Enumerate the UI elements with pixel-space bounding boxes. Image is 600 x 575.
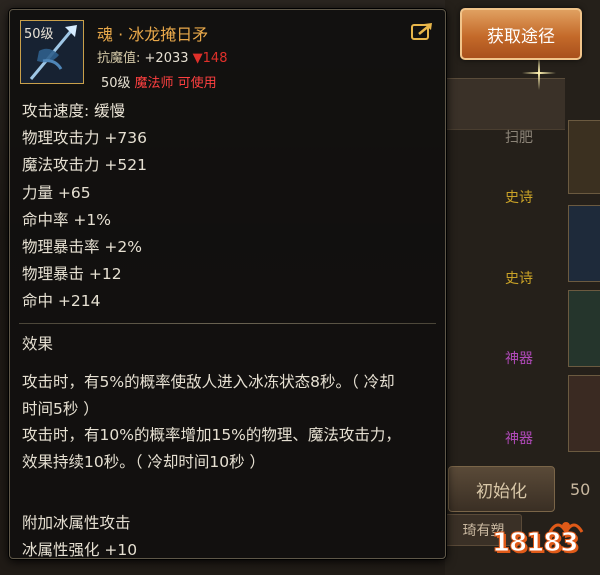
tag-artifact: 神器 xyxy=(505,431,533,447)
stat-line: 物理暴击 +12 xyxy=(22,265,122,284)
stats-list: 攻击速度: 缓慢 物理攻击力 +736 魔法攻击力 +521 力量 +65 命中… xyxy=(22,98,147,316)
item-thumbnail[interactable] xyxy=(568,205,600,282)
effect-line: 时间5秒 ） xyxy=(22,399,99,418)
extra-line: 附加冰属性攻击 xyxy=(22,514,131,532)
resist-value: +2033 xyxy=(144,51,189,66)
stat-line: 攻击速度: 缓慢 xyxy=(22,102,126,120)
extra-attributes: 附加冰属性攻击 冰属性强化 +10 xyxy=(22,510,137,563)
tag-epic: 史诗 xyxy=(505,190,533,206)
item-tooltip: 50级 魂 · 冰龙掩日矛 抗魔值: +2033 ▼148 50级 魔法师 可使用… xyxy=(9,9,446,559)
required-level: 50级 xyxy=(101,76,131,91)
side-number: 50 xyxy=(570,480,591,499)
class-restriction: 魔法师 可使用 xyxy=(134,76,217,91)
tag-epic: 史诗 xyxy=(505,271,533,287)
share-icon[interactable] xyxy=(411,22,433,40)
stat-line: 力量 +65 xyxy=(22,183,91,202)
initialize-button[interactable]: 初始化 xyxy=(448,466,555,512)
effect-description: 攻击时，有5%的概率使敌人进入冰冻状态8秒。（ 冷却 时间5秒 ） 攻击时，有1… xyxy=(22,369,432,475)
acquire-route-button[interactable]: 获取途径 xyxy=(460,8,582,60)
effect-title: 效果 xyxy=(22,335,54,353)
extra-line: 冰属性强化 +10 xyxy=(22,540,138,559)
resist-row: 抗魔值: +2033 ▼148 xyxy=(97,47,227,66)
requirement-row: 50级 魔法师 可使用 xyxy=(101,72,217,91)
tag-label: 扫肥 xyxy=(505,130,533,146)
item-thumbnail[interactable] xyxy=(568,375,600,452)
tag-artifact: 神器 xyxy=(505,351,533,367)
stat-line: 物理攻击力 +736 xyxy=(22,129,147,148)
item-thumbnail[interactable] xyxy=(568,290,600,367)
stat-line: 魔法攻击力 +521 xyxy=(22,156,147,175)
item-thumbnail[interactable] xyxy=(568,120,600,194)
item-icon-frame: 50级 xyxy=(20,20,84,84)
stat-line: 命中 +214 xyxy=(22,292,101,311)
sparkle-icon xyxy=(522,56,556,90)
effect-line: 效果持续10秒。（ 冷却时间10秒 ） xyxy=(22,452,266,471)
effect-line: 攻击时，有5%的概率使敌人进入冰冻状态8秒。（ 冷却 xyxy=(22,373,395,391)
resist-change: ▼148 xyxy=(192,51,228,66)
stat-line: 物理暴击率 +2% xyxy=(22,237,143,256)
resist-label: 抗魔值: xyxy=(97,51,141,66)
item-name: 魂 · 冰龙掩日矛 xyxy=(97,25,209,44)
section-divider xyxy=(19,323,436,324)
stat-line: 命中率 +1% xyxy=(22,210,112,229)
effect-line: 攻击时，有10%的概率增加15%的物理、魔法攻击力， xyxy=(22,426,401,444)
watermark-text: 18183 xyxy=(491,528,578,559)
item-level-badge: 50级 xyxy=(24,27,54,42)
